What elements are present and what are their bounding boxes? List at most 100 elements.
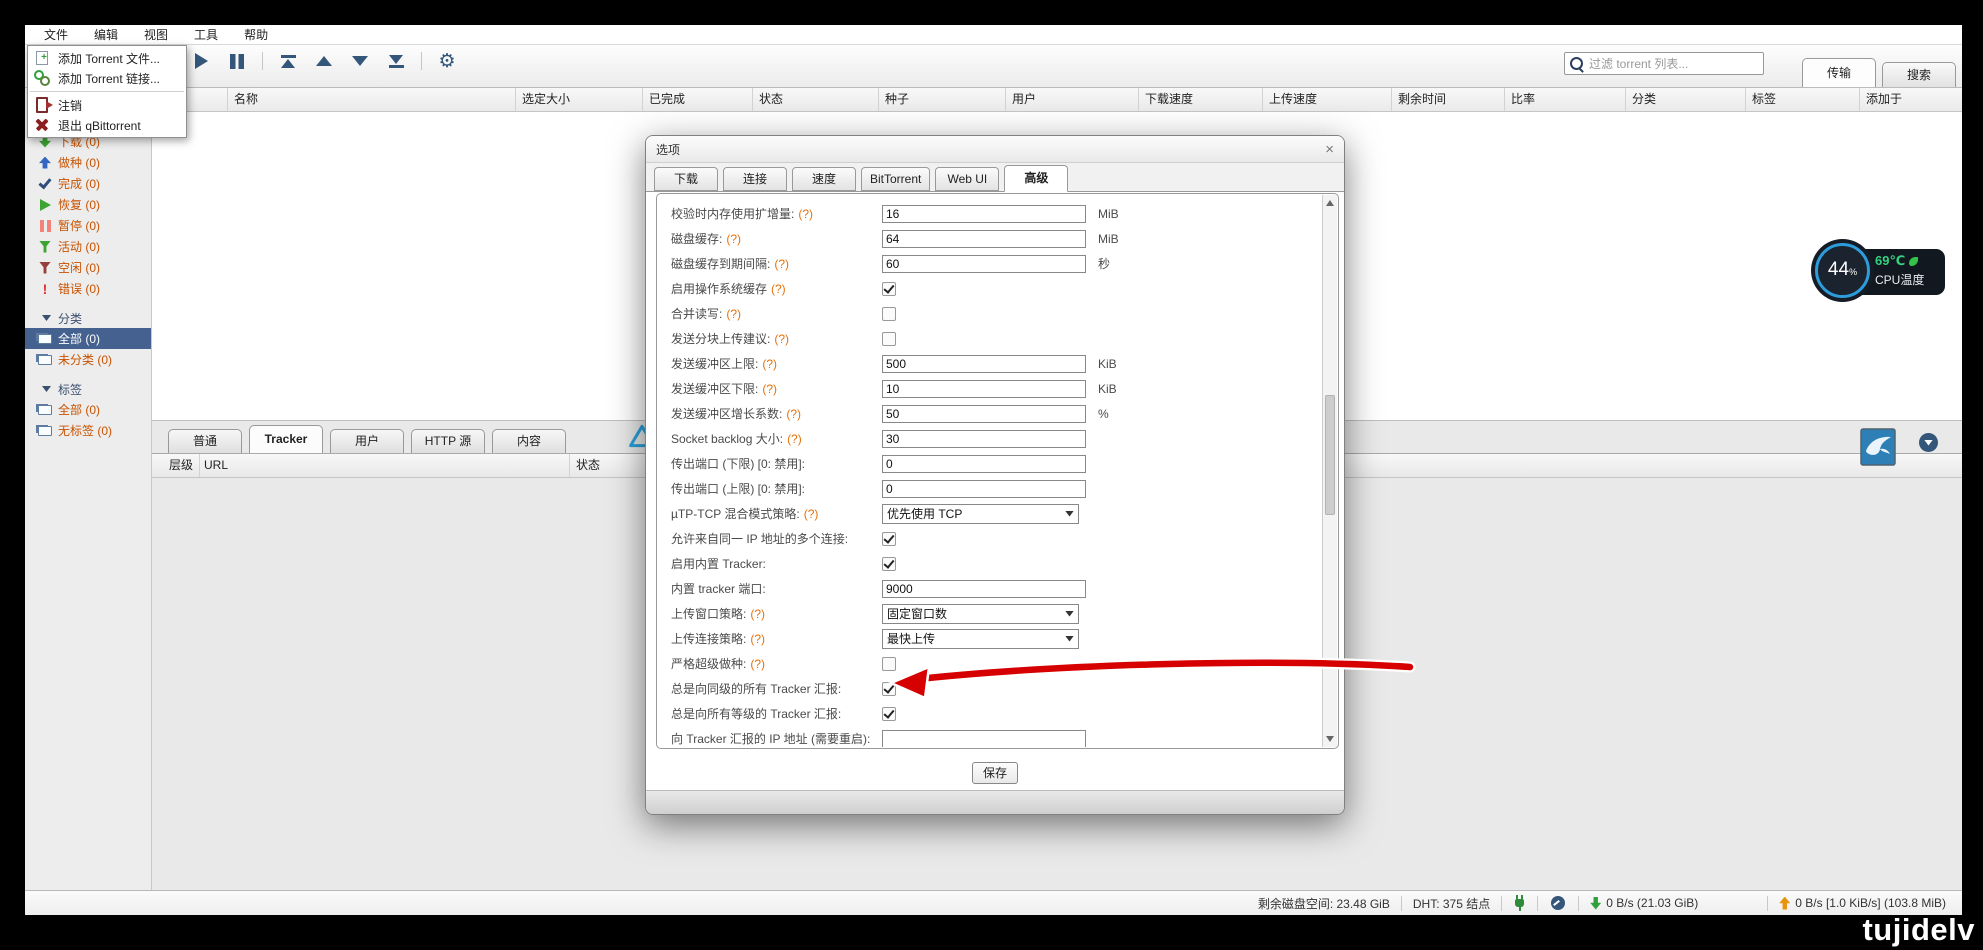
close-icon[interactable]: × <box>1325 142 1334 157</box>
swallow-extension-icon[interactable] <box>1860 428 1896 469</box>
torrent-column-header[interactable]: 添加于 <box>1860 88 1962 111</box>
torrent-column-header[interactable]: 状态 <box>753 88 879 111</box>
sidebar-status-item[interactable]: 活动 (0) <box>25 236 151 257</box>
menu-item[interactable]: 注销 <box>28 95 186 115</box>
option-checkbox[interactable] <box>882 332 896 346</box>
option-checkbox[interactable] <box>882 532 896 546</box>
scroll-up-icon[interactable] <box>1326 200 1334 206</box>
help-link[interactable]: (?) <box>726 307 741 321</box>
option-input[interactable]: 50 <box>882 405 1086 423</box>
sidebar-section-tags[interactable]: 标签 <box>25 379 151 399</box>
dialog-scrollbar[interactable] <box>1322 195 1337 747</box>
dialog-tab[interactable]: 连接 <box>723 167 787 191</box>
scrollbar-thumb[interactable] <box>1325 395 1335 515</box>
filter-input[interactable] <box>1587 56 1763 72</box>
detail-tab[interactable]: HTTP 源 <box>411 429 485 453</box>
detail-tab[interactable]: 内容 <box>492 429 566 453</box>
sidebar-status-item[interactable]: 错误 (0) <box>25 278 151 299</box>
torrent-column-header[interactable]: 比率 <box>1505 88 1626 111</box>
toolbar-button[interactable] <box>311 50 337 72</box>
option-input[interactable]: 10 <box>882 380 1086 398</box>
download-speed[interactable]: 0 B/s (21.03 GiB) <box>1606 896 1698 910</box>
detail-tab[interactable]: Tracker <box>249 425 323 453</box>
torrent-column-header[interactable]: 下载速度 <box>1139 88 1263 111</box>
menu-item[interactable]: 添加 Torrent 文件... <box>28 48 186 68</box>
option-input[interactable]: 16 <box>882 205 1086 223</box>
sidebar-status-item[interactable]: 暂停 (0) <box>25 215 151 236</box>
sidebar-tag-item[interactable]: 全部 (0) <box>25 399 151 420</box>
option-input[interactable]: 64 <box>882 230 1086 248</box>
option-input[interactable]: 500 <box>882 355 1086 373</box>
torrent-column-header[interactable]: 标签 <box>1746 88 1860 111</box>
sidebar-status-item[interactable]: 空闲 (0) <box>25 257 151 278</box>
toolbar-button[interactable] <box>347 50 373 72</box>
torrent-column-header[interactable]: 种子 <box>879 88 1006 111</box>
option-input[interactable]: 9000 <box>882 580 1086 598</box>
torrent-column-header[interactable]: 选定大小 <box>516 88 643 111</box>
help-link[interactable]: (?) <box>804 507 819 521</box>
torrent-column-header[interactable]: 剩余时间 <box>1392 88 1505 111</box>
option-checkbox[interactable] <box>882 657 896 671</box>
help-link[interactable]: (?) <box>786 407 801 421</box>
help-link[interactable]: (?) <box>750 632 765 646</box>
sidebar-category-item[interactable]: 全部 (0) <box>25 328 151 349</box>
help-link[interactable]: (?) <box>750 607 765 621</box>
sidebar-status-item[interactable]: 恢复 (0) <box>25 194 151 215</box>
torrent-column-header[interactable]: 分类 <box>1626 88 1746 111</box>
option-input[interactable]: 30 <box>882 430 1086 448</box>
torrent-column-header[interactable]: 用户 <box>1006 88 1139 111</box>
menu-item[interactable]: 退出 qBittorrent <box>28 115 186 135</box>
torrent-column-header[interactable]: 已完成 <box>643 88 753 111</box>
view-tab[interactable]: 传输 <box>1802 58 1876 87</box>
help-link[interactable]: (?) <box>798 207 813 221</box>
menu-item[interactable]: 添加 Torrent 链接... <box>28 68 186 88</box>
dialog-titlebar[interactable]: 选项 × <box>646 136 1344 163</box>
option-checkbox[interactable] <box>882 282 896 296</box>
option-select[interactable]: 固定窗口数 <box>882 604 1079 624</box>
sidebar-section-categories[interactable]: 分类 <box>25 308 151 328</box>
option-checkbox[interactable] <box>882 707 896 721</box>
option-checkbox[interactable] <box>882 682 896 696</box>
tracker-column-header[interactable]: URL <box>200 454 570 477</box>
cpu-monitor-widget[interactable]: 69℃ CPU温度 44 % <box>1815 243 1947 301</box>
dialog-tab[interactable]: 速度 <box>792 167 856 191</box>
tracker-column-header[interactable]: 层级 <box>152 454 200 477</box>
speed-limit-icon[interactable] <box>1551 896 1565 910</box>
upload-speed[interactable]: 0 B/s [1.0 KiB/s] (103.8 MiB) <box>1795 896 1946 910</box>
sidebar-status-item[interactable]: 完成 (0) <box>25 173 151 194</box>
option-select[interactable]: 优先使用 TCP <box>882 504 1079 524</box>
toolbar-button[interactable] <box>434 50 460 72</box>
help-link[interactable]: (?) <box>787 432 802 446</box>
menubar-item[interactable]: 视图 <box>131 26 181 43</box>
help-link[interactable]: (?) <box>750 657 765 671</box>
option-input[interactable]: 0 <box>882 455 1086 473</box>
connection-status-icon[interactable] <box>1515 899 1524 907</box>
help-link[interactable]: (?) <box>726 232 741 246</box>
toolbar-button[interactable] <box>275 50 301 72</box>
option-checkbox[interactable] <box>882 307 896 321</box>
help-link[interactable]: (?) <box>774 257 789 271</box>
toolbar-button[interactable] <box>383 50 409 72</box>
option-input[interactable]: 0 <box>882 480 1086 498</box>
sidebar-category-item[interactable]: 未分类 (0) <box>25 349 151 370</box>
help-link[interactable]: (?) <box>762 357 777 371</box>
detail-tab[interactable]: 普通 <box>168 429 242 453</box>
option-input[interactable]: 60 <box>882 255 1086 273</box>
sidebar-tag-item[interactable]: 无标签 (0) <box>25 420 151 441</box>
collapse-panel-button[interactable] <box>1919 433 1938 452</box>
help-link[interactable]: (?) <box>771 282 786 296</box>
dialog-tab[interactable]: 高级 <box>1004 165 1068 192</box>
help-link[interactable]: (?) <box>774 332 789 346</box>
option-checkbox[interactable] <box>882 557 896 571</box>
option-select[interactable]: 最快上传 <box>882 629 1079 649</box>
menubar-item[interactable]: 编辑 <box>81 26 131 43</box>
torrent-column-header[interactable]: 上传速度 <box>1263 88 1392 111</box>
scroll-down-icon[interactable] <box>1326 736 1334 742</box>
menubar-item[interactable]: 文件 <box>31 26 81 43</box>
toolbar-button[interactable] <box>224 50 250 72</box>
detail-tab[interactable]: 用户 <box>330 429 404 453</box>
torrent-column-header[interactable]: 名称 <box>228 88 516 111</box>
dialog-tab[interactable]: Web UI <box>935 167 999 191</box>
view-tab[interactable]: 搜索 <box>1882 62 1956 87</box>
help-link[interactable]: (?) <box>762 382 777 396</box>
